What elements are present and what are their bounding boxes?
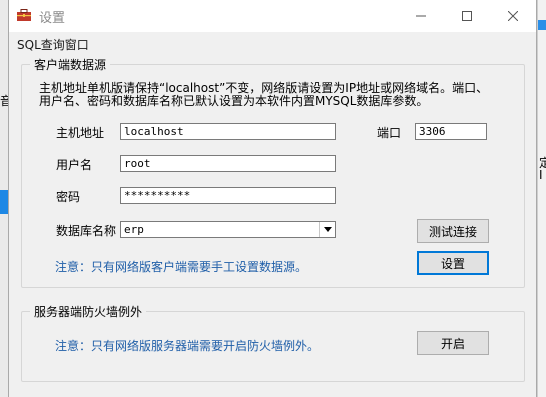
background-right-text-2: I bbox=[539, 168, 543, 182]
minimize-button[interactable] bbox=[398, 0, 444, 32]
user-input[interactable]: root bbox=[120, 155, 336, 172]
firewall-warning: 注意：只有网络版服务器端需要开启防火墙例外。 bbox=[55, 339, 320, 353]
host-label: 主机地址 bbox=[56, 126, 105, 140]
background-highlight-right bbox=[538, 20, 546, 30]
toolbox-icon bbox=[17, 9, 31, 21]
set-button[interactable]: 设置 bbox=[417, 251, 489, 275]
close-icon bbox=[508, 11, 518, 21]
maximize-icon bbox=[462, 11, 472, 21]
password-input[interactable]: ********** bbox=[120, 187, 336, 204]
datasource-warning: 注意：只有网络版客户端需要手工设置数据源。 bbox=[55, 260, 308, 274]
close-button[interactable] bbox=[490, 0, 536, 32]
port-input[interactable]: 3306 bbox=[415, 123, 487, 140]
test-connection-button[interactable]: 测试连接 bbox=[417, 219, 489, 243]
maximize-button[interactable] bbox=[444, 0, 490, 32]
background-window-right bbox=[537, 0, 546, 397]
sql-query-menu[interactable]: SQL查询窗口 bbox=[17, 36, 89, 53]
firewall-legend: 服务器端防火墙例外 bbox=[30, 303, 147, 320]
database-select[interactable]: erp bbox=[120, 221, 336, 238]
database-label: 数据库名称 bbox=[56, 224, 117, 238]
port-label: 端口 bbox=[377, 126, 402, 140]
database-select-value: erp bbox=[124, 223, 144, 236]
background-highlight-left bbox=[0, 190, 8, 214]
window-title: 设置 bbox=[39, 11, 66, 26]
datasource-legend: 客户端数据源 bbox=[30, 56, 111, 73]
open-firewall-button[interactable]: 开启 bbox=[417, 331, 489, 355]
user-label: 用户名 bbox=[56, 158, 93, 172]
password-label: 密码 bbox=[56, 190, 81, 204]
host-input[interactable]: localhost bbox=[120, 123, 336, 140]
minimize-icon bbox=[416, 15, 426, 17]
datasource-note-line-2: 用户名、密码和数据库名称已默认设置为本软件内置MYSQL数据库参数。 bbox=[39, 94, 429, 108]
chevron-down-icon bbox=[323, 227, 332, 232]
title-bar[interactable]: 设置 bbox=[9, 0, 536, 32]
settings-window: 设置 SQL查询窗口 客户端数据源 主机地址单机版请保持“localhost”不… bbox=[8, 0, 537, 397]
dropdown-button[interactable] bbox=[319, 222, 335, 237]
